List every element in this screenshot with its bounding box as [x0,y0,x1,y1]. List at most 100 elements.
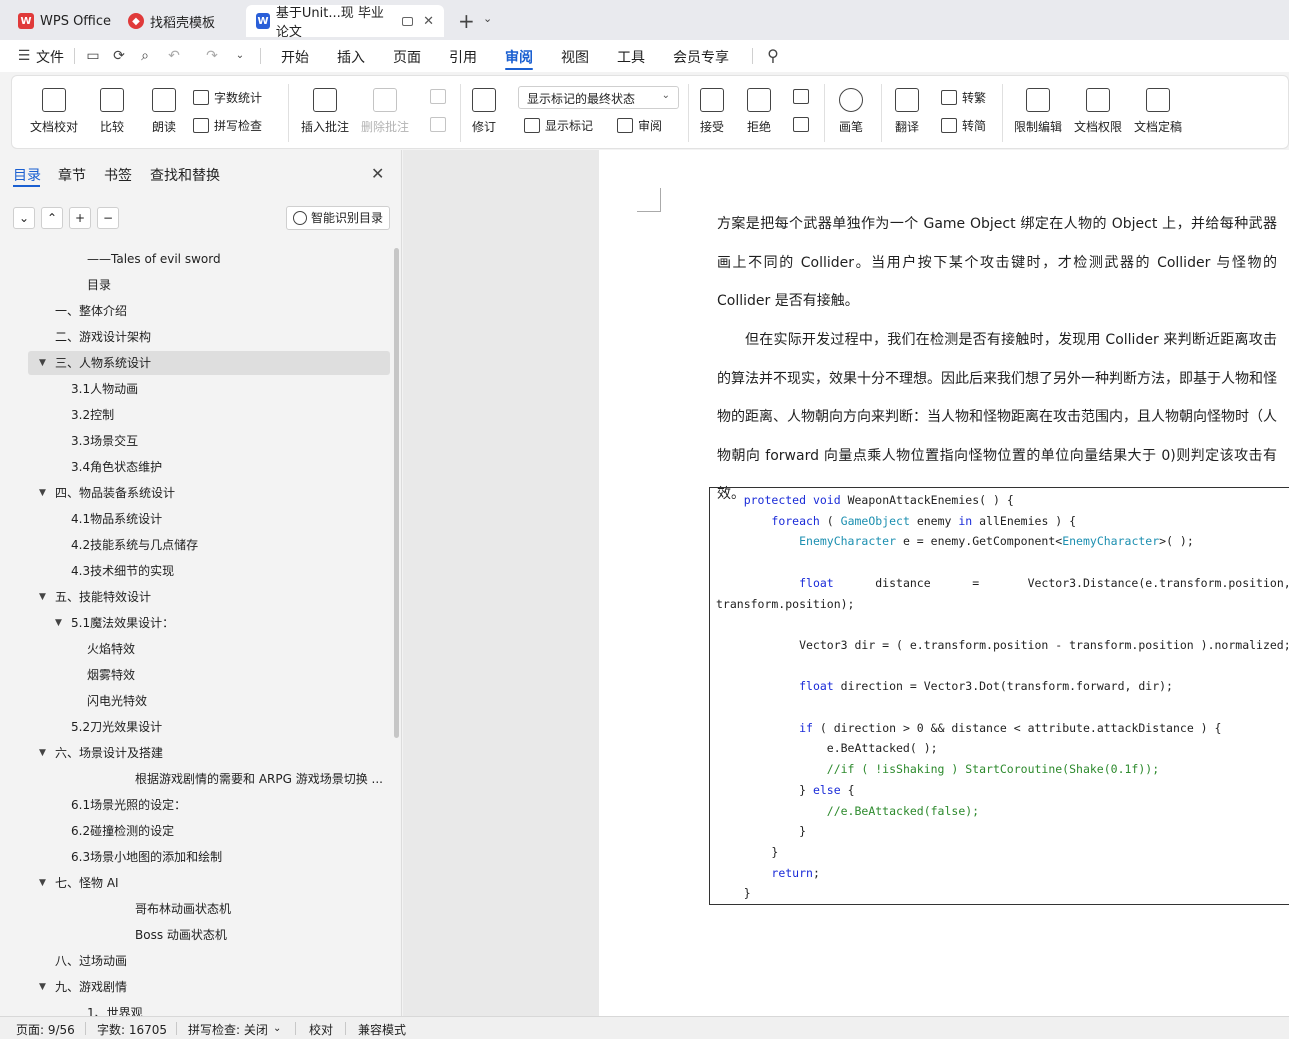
hamburger-icon[interactable]: ☰ [16,48,32,64]
toc-item[interactable]: 6.2碰撞检测的设定 [28,819,390,843]
menu-tools[interactable]: 工具 [617,47,645,67]
menu-references[interactable]: 引用 [449,47,477,67]
tab-wps-office[interactable]: W WPS Office [8,5,121,37]
tab-sections[interactable]: 章节 [58,165,86,185]
add-heading-button[interactable]: + [69,207,91,229]
expand-arrow-icon[interactable]: ▼ [39,481,46,505]
toc-item[interactable]: ▼ 六、场景设计及搭建 [28,741,390,765]
next-change-button[interactable] [793,117,814,132]
menu-file[interactable]: 文件 [36,47,64,67]
window-icon[interactable] [402,16,414,26]
tab-bookmarks[interactable]: 书签 [104,165,132,185]
toc-item[interactable]: ▼ 七、怪物 AI [28,871,390,895]
toc-item[interactable]: 闪电光特效 [28,689,390,713]
expand-arrow-icon[interactable]: ▼ [39,975,46,999]
toc-item[interactable]: 一、整体介绍 [28,299,390,323]
show-markup-button[interactable]: 显示标记 [524,117,593,134]
doc-permission-button[interactable]: 文档权限 [1074,88,1122,135]
accept-button[interactable]: 接受 [700,88,724,135]
compare-button[interactable]: 比较 [100,88,124,135]
share-icon[interactable]: ⟳ [111,48,127,64]
toc-item[interactable]: 二、游戏设计架构 [28,325,390,349]
insert-comment-button[interactable]: 插入批注 [301,88,349,135]
expand-arrow-icon[interactable]: ▼ [39,871,46,895]
translate-button[interactable]: 翻译 [895,88,919,135]
toc-item[interactable]: Boss 动画状态机 [28,923,390,947]
close-tab-icon[interactable]: ✕ [423,14,434,29]
to-traditional-button[interactable]: 转繁 [941,89,986,106]
tab-current-document[interactable]: W 基于Unit...现 毕业论文 ✕ [246,5,444,40]
prev-change-button[interactable] [793,89,814,104]
tab-toc[interactable]: 目录 [13,165,41,185]
print-preview-icon[interactable]: ⌕ [137,48,153,64]
toc-item[interactable]: 火焰特效 [28,637,390,661]
undo-icon[interactable]: ↶ [166,48,182,64]
tab-docer-templates[interactable]: ◆ 找稻壳模板 [118,5,225,37]
reject-button[interactable]: 拒绝 [747,88,771,135]
toc-item[interactable]: 6.3场景小地图的添加和绘制 [28,845,390,869]
toc-item[interactable]: 根据游戏剧情的需要和 ARPG 游戏场景切换 ... [28,767,390,791]
toc-item[interactable]: 3.2控制 [28,403,390,427]
next-comment-button[interactable] [430,117,451,132]
prev-comment-button[interactable] [430,89,451,104]
toc-item[interactable]: 4.1物品系统设计 [28,507,390,531]
search-icon[interactable]: ⚲ [765,48,781,64]
save-icon[interactable]: ▭ [85,48,101,64]
spell-check-button[interactable]: 拼写检查 [193,117,262,134]
menu-review[interactable]: 审阅 [505,47,533,67]
markup-state-select[interactable]: 显示标记的最终状态 ⌄ [518,86,679,109]
expand-arrow-icon[interactable]: ▼ [39,351,46,375]
menu-home[interactable]: 开始 [281,47,309,67]
expand-arrow-icon[interactable]: ▼ [39,585,46,609]
proofread-button[interactable]: 文档校对 [30,88,78,135]
toc-item[interactable]: 4.3技术细节的实现 [28,559,390,583]
to-simplified-button[interactable]: 转简 [941,117,986,134]
new-tab-icon[interactable]: + [458,9,475,33]
toc-item[interactable]: 烟雾特效 [28,663,390,687]
chevron-down-icon[interactable]: ⌄ [273,1023,281,1034]
doc-finalize-button[interactable]: 文档定稿 [1134,88,1182,135]
toc-item[interactable]: 6.1场景光照的设定： [28,793,390,817]
chevron-down-icon[interactable]: ⌄ [483,12,492,25]
toc-item[interactable]: 目录 [28,273,390,297]
read-aloud-button[interactable]: 朗读 [152,88,176,135]
restrict-edit-button[interactable]: 限制编辑 [1014,88,1062,135]
toc-item[interactable]: ▼ 三、人物系统设计 [28,351,390,375]
spell-check-status[interactable]: 拼写检查: 关闭 [188,1021,268,1038]
toc-item[interactable]: 3.1人物动画 [28,377,390,401]
expand-arrow-icon[interactable]: ▼ [39,741,46,765]
menu-page[interactable]: 页面 [393,47,421,67]
toc-item[interactable]: 3.3场景交互 [28,429,390,453]
chevron-down-icon[interactable]: ⌄ [232,48,248,64]
toc-item[interactable]: 哥布林动画状态机 [28,897,390,921]
toc-item[interactable]: 八、过场动画 [28,949,390,973]
compat-mode[interactable]: 兼容模式 [358,1021,406,1038]
remove-heading-button[interactable]: − [97,207,119,229]
menu-view[interactable]: 视图 [561,47,589,67]
toc-item[interactable]: ▼ 5.1魔法效果设计： [28,611,390,635]
smart-toc-button[interactable]: 智能识别目录 [286,206,390,230]
redo-icon[interactable]: ↷ [204,48,220,64]
move-up-button[interactable]: ⌃ [41,207,63,229]
toc-item[interactable]: ▼ 五、技能特效设计 [28,585,390,609]
toc-item[interactable]: 3.4角色状态维护 [28,455,390,479]
word-count-button[interactable]: 字数统计 [193,89,262,106]
toc-item[interactable]: ——Tales of evil sword [28,247,390,271]
toc-item[interactable]: 4.2技能系统与几点储存 [28,533,390,557]
menu-member[interactable]: 会员专享 [673,47,729,67]
expand-arrow-icon[interactable]: ▼ [55,611,62,635]
toc-item[interactable]: 5.2刀光效果设计 [28,715,390,739]
toc-scrollbar[interactable] [394,248,399,738]
word-count[interactable]: 字数: 16705 [97,1021,167,1038]
revise-button[interactable]: 修订 [472,88,496,135]
review-pane-button[interactable]: 审阅 [617,117,662,134]
tab-find-replace[interactable]: 查找和替换 [150,165,220,185]
toc-item[interactable]: ▼ 四、物品装备系统设计 [28,481,390,505]
close-icon[interactable]: ✕ [371,164,384,183]
delete-comment-button[interactable]: 删除批注 [361,88,409,135]
document-page[interactable]: 方案是把每个武器单独作为一个 Game Object 绑定在人物的 Object… [599,150,1289,1016]
toc-item[interactable]: ▼ 九、游戏剧情 [28,975,390,999]
page-indicator[interactable]: 页面: 9/56 [16,1021,75,1038]
collapse-all-button[interactable]: ⌄ [13,207,35,229]
proof-status[interactable]: 校对 [309,1021,333,1038]
